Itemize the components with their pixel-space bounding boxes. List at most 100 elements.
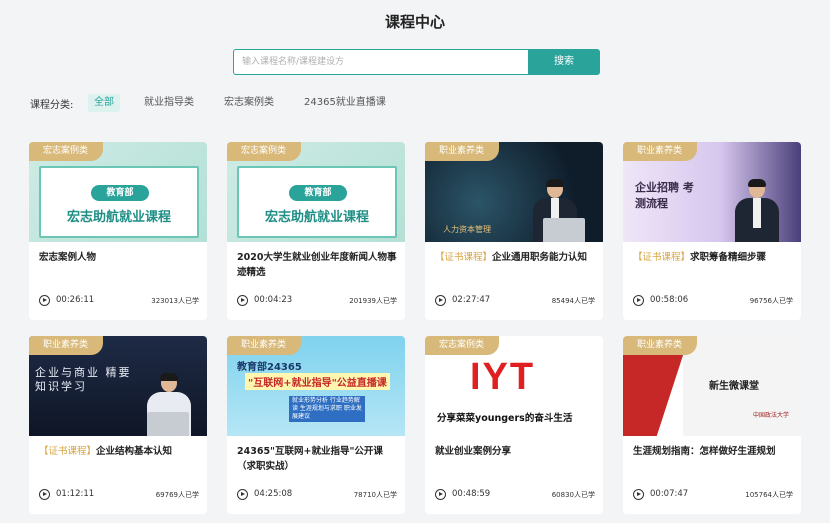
thumbnail-subheading: "互联网+就业指导"公益直播课 [245,373,390,390]
thumbnail-text: 企业招聘 考测流程 [635,181,694,210]
learner-count: 78710人已学 [353,491,397,499]
category-tag: 职业素养类 [623,336,698,355]
category-tag: 宏志案例类 [425,336,500,355]
duration: 04:25:08 [254,489,293,499]
course-title-text: 宏志案例人物 [39,252,97,263]
course-title-text: 生涯规划指南：怎样做好生涯规划 [633,446,776,457]
certificate-badge: 【证书课程】 [39,446,97,457]
thumbnail-heading: 教育部24365 [237,362,302,373]
course-thumbnail[interactable]: 新生微课堂 中国政法大学 职业素养类 [623,336,801,436]
university-logo: 中国政法大学 [753,412,790,419]
learner-count: 323013人已学 [151,297,199,305]
course-card[interactable]: 新生微课堂 中国政法大学 职业素养类 生涯规划指南：怎样做好生涯规划 00:07… [623,336,801,514]
category-hongzhi-cases[interactable]: 宏志案例类 [218,94,280,112]
course-thumbnail[interactable]: 企业与商业 精要知识学习 职业素养类 [29,336,207,436]
course-card[interactable]: 教育部 宏志助航就业课程 宏志案例类 宏志案例人物 00:26:11 32301… [29,142,207,320]
duration: 00:26:11 [56,295,95,305]
course-meta: 02:27:47 85494人已学 [435,294,595,308]
course-thumbnail[interactable]: 教育部24365 "互联网+就业指导"公益直播课 就业形势分析 行业趋势解读 生… [227,336,405,436]
course-card[interactable]: 教育部 宏志助航就业课程 宏志案例类 2020大学生就业创业年度新闻人物事迹精选… [227,142,405,320]
learner-count: 96756人已学 [749,297,793,305]
course-meta: 01:12:11 69769人已学 [39,488,199,502]
category-tag: 宏志案例类 [29,142,104,161]
thumbnail-pill: 教育部 [91,185,149,201]
course-title-text: 就业创业案例分享 [435,446,512,457]
course-card[interactable]: IYT 分享菜菜youngers的奋斗生活 宏志案例类 就业创业案例分享 00:… [425,336,603,514]
play-icon [435,489,446,500]
learner-count: 201939人已学 [349,297,397,305]
course-meta: 00:48:59 60830人已学 [435,488,595,502]
course-title[interactable]: 【证书课程】企业结构基本认知 [39,444,199,459]
page-title: 课程中心 [384,13,445,31]
duration: 00:48:59 [452,489,491,499]
laptop-image [147,412,189,436]
course-title[interactable]: 生涯规划指南：怎样做好生涯规划 [633,444,793,459]
duration: 00:07:47 [650,489,689,499]
thumbnail-pill: 教育部 [289,185,347,201]
course-card[interactable]: 企业与商业 精要知识学习 职业素养类 【证书课程】企业结构基本认知 01:12:… [29,336,207,514]
course-title[interactable]: 24365"互联网+就业指导"公开课（求职实战） [237,444,397,474]
thumbnail-text: 企业与商业 精要知识学习 [35,366,132,393]
course-title-text: 2020大学生就业创业年度新闻人物事迹精选 [237,252,397,278]
search-bar: 搜索 [233,49,600,75]
thumbnail-text: 分享菜菜youngers的奋斗生活 [437,413,573,424]
play-icon [633,489,644,500]
course-meta: 04:25:08 78710人已学 [237,488,397,502]
duration: 02:27:47 [452,295,491,305]
search-button[interactable]: 搜索 [528,49,600,75]
course-card[interactable]: 企业招聘 考测流程 职业素养类 【证书课程】求职筹备精细步骤 00:58:06 … [623,142,801,320]
course-thumbnail[interactable]: IYT 分享菜菜youngers的奋斗生活 宏志案例类 [425,336,603,436]
thumbnail-frame: 教育部 宏志助航就业课程 [237,166,397,238]
thumbnail-text: 新生微课堂 [709,381,759,392]
thumbnail-logo: IYT [470,356,536,398]
laptop-image [543,218,585,242]
thumbnail-title: 宏志助航就业课程 [66,210,171,225]
course-title[interactable]: 【证书课程】企业通用职务能力认知 [435,250,595,265]
course-title[interactable]: 宏志案例人物 [39,250,199,265]
course-card[interactable]: 人力资本管理 职业素养类 【证书课程】企业通用职务能力认知 02:27:47 8… [425,142,603,320]
course-title-text: 企业结构基本认知 [96,446,173,457]
course-meta: 00:58:06 96756人已学 [633,294,793,308]
learner-count: 85494人已学 [551,297,595,305]
play-icon [237,295,248,306]
duration: 01:12:11 [56,489,95,499]
course-title[interactable]: 【证书课程】求职筹备精细步骤 [633,250,793,265]
course-meta: 00:26:11 323013人已学 [39,294,199,308]
course-title-text: 企业通用职务能力认知 [492,252,588,263]
play-icon [39,489,50,500]
thumbnail-topics: 就业形势分析 行业趋势解读 生涯规划与求职 职业发展建议 [289,396,365,422]
thumbnail-frame: 教育部 宏志助航就业课程 [39,166,199,238]
certificate-badge: 【证书课程】 [633,252,691,263]
category-24365-live[interactable]: 24365就业直播课 [298,94,392,112]
duration: 00:04:23 [254,295,293,305]
course-thumbnail[interactable]: 企业招聘 考测流程 职业素养类 [623,142,801,242]
course-title[interactable]: 2020大学生就业创业年度新闻人物事迹精选 [237,250,397,280]
learner-count: 105764人已学 [745,491,793,499]
play-icon [435,295,446,306]
category-tag: 职业素养类 [29,336,104,355]
category-label: 课程分类: [30,100,74,111]
category-tag: 职业素养类 [425,142,500,161]
course-meta: 00:04:23 201939人已学 [237,294,397,308]
course-thumbnail[interactable]: 教育部 宏志助航就业课程 宏志案例类 [227,142,405,242]
category-career-guidance[interactable]: 就业指导类 [138,94,200,112]
certificate-badge: 【证书课程】 [435,252,493,263]
course-thumbnail[interactable]: 教育部 宏志助航就业课程 宏志案例类 [29,142,207,242]
category-tag: 职业素养类 [623,142,698,161]
presenter-image [735,179,779,242]
category-tag: 宏志案例类 [227,142,302,161]
category-tag: 职业素养类 [227,336,302,355]
course-title-text: 求职筹备精细步骤 [690,252,767,263]
course-meta: 00:07:47 105764人已学 [633,488,793,502]
course-card[interactable]: 教育部24365 "互联网+就业指导"公益直播课 就业形势分析 行业趋势解读 生… [227,336,405,514]
play-icon [39,295,50,306]
learner-count: 60830人已学 [551,491,595,499]
duration: 00:58:06 [650,295,689,305]
course-title-text: 24365"互联网+就业指导"公开课（求职实战） [237,446,383,472]
thumbnail-text: 人力资本管理 [443,225,491,234]
search-input[interactable] [233,49,528,75]
course-thumbnail[interactable]: 人力资本管理 职业素养类 [425,142,603,242]
category-all[interactable]: 全部 [88,94,120,112]
play-icon [633,295,644,306]
course-title[interactable]: 就业创业案例分享 [435,444,595,459]
